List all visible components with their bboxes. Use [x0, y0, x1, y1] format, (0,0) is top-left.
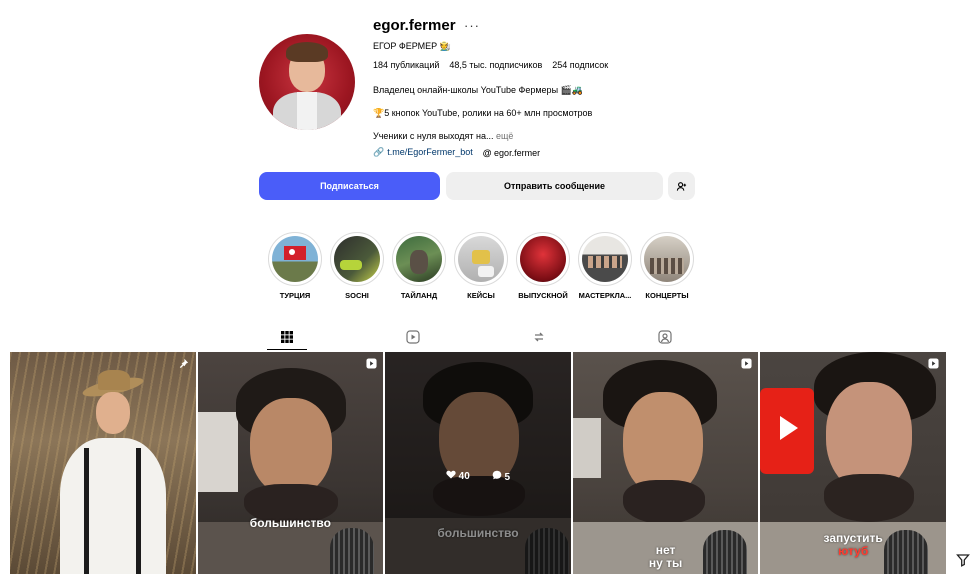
post-thumbnail[interactable] — [10, 352, 196, 574]
bio-line-1: Владелец онлайн-школы YouTube Фермеры 🎬🚜 — [373, 85, 583, 95]
reels-icon — [406, 330, 420, 344]
highlight-label: ВЫПУСКНОЙ — [518, 291, 568, 300]
post-thumbnail[interactable]: большинство — [197, 352, 384, 574]
profile-username: egor.fermer — [373, 17, 456, 34]
link-icon: 🔗 — [373, 147, 385, 157]
highlight-masterclass[interactable]: МАСТЕРКЛА... — [577, 232, 633, 300]
likes-count: 40 — [458, 471, 470, 482]
reel-icon — [740, 358, 752, 370]
reel-icon — [928, 358, 940, 370]
highlight-thailand[interactable]: ТАЙЛАНД — [391, 232, 447, 300]
pin-icon — [178, 358, 190, 370]
following-count[interactable]: 254 подписок — [552, 60, 608, 70]
caption-line-2: ну ты — [648, 556, 683, 570]
highlight-label: КЕЙСЫ — [467, 291, 495, 300]
post-stats-overlay: 40 5 — [385, 470, 571, 483]
reposts-icon — [534, 332, 544, 342]
follow-button[interactable]: Подписаться — [259, 172, 440, 200]
highlight-label: МАСТЕРКЛА... — [578, 291, 632, 300]
highlight-label: SOCHI — [345, 291, 369, 300]
comments-count: 5 — [504, 472, 511, 483]
tagged-icon — [658, 330, 672, 344]
post-caption: большинство — [249, 516, 331, 530]
threads-handle: egor.fermer — [494, 147, 541, 158]
external-link[interactable]: 🔗 t.me/EgorFermer_bot — [373, 147, 473, 158]
comments-stat: 5 — [492, 470, 510, 483]
post-caption: нет ну ты — [573, 544, 759, 570]
profile-stats: 184 публикаций 48,5 тыс. подписчиков 254… — [373, 60, 608, 70]
threads-icon: @ — [482, 147, 492, 158]
highlight-turkey[interactable]: ТУРЦИЯ — [267, 232, 323, 300]
profile-full-name: ЕГОР ФЕРМЕР 🧑‍🌾 — [373, 41, 451, 51]
bio-text: Ученики с нуля выходят на... — [373, 131, 494, 141]
highlight-sochi[interactable]: SOCHI — [329, 232, 385, 300]
highlight-cases[interactable]: КЕЙСЫ — [453, 232, 509, 300]
filter-icon[interactable] — [956, 553, 970, 570]
profile-links: 🔗 t.me/EgorFermer_bot @ egor.fermer — [373, 147, 540, 158]
add-person-icon[interactable] — [668, 172, 695, 200]
highlight-label: ТАЙЛАНД — [400, 291, 438, 300]
threads-link[interactable]: @ egor.fermer — [483, 148, 540, 158]
profile-avatar[interactable] — [259, 34, 355, 130]
highlight-label: КОНЦЕРТЫ — [645, 291, 689, 300]
highlight-graduation[interactable]: ВЫПУСКНОЙ — [515, 232, 571, 300]
hover-overlay — [385, 352, 571, 574]
posts-grid: большинство большинство 40 5 нет ну ты з… — [10, 352, 946, 574]
post-thumbnail[interactable]: запустить ютуб — [760, 352, 946, 574]
bio-line-2: 🏆5 кнопок YouTube, ролики на 60+ млн про… — [373, 108, 593, 118]
posts-count[interactable]: 184 публикаций — [373, 60, 439, 70]
grid-icon — [281, 331, 293, 343]
message-button[interactable]: Отправить сообщение — [446, 172, 663, 200]
followers-count[interactable]: 48,5 тыс. подписчиков — [449, 60, 542, 70]
profile-tabs — [259, 325, 695, 351]
bio-line-3: Ученики с нуля выходят на... ещё — [373, 131, 513, 141]
reel-icon — [365, 358, 377, 370]
highlight-label: ТУРЦИЯ — [279, 291, 311, 300]
likes-stat: 40 — [446, 470, 470, 483]
comment-icon — [492, 470, 502, 480]
tab-tagged[interactable] — [645, 325, 685, 349]
post-thumbnail[interactable]: большинство 40 5 — [385, 352, 571, 574]
tab-reposts[interactable] — [519, 325, 559, 349]
tab-posts[interactable] — [267, 325, 307, 350]
more-options-icon[interactable]: ··· — [464, 18, 480, 33]
link-text: t.me/EgorFermer_bot — [387, 147, 473, 157]
post-thumbnail[interactable]: нет ну ты — [572, 352, 759, 574]
post-caption: запустить ютуб — [760, 532, 946, 558]
tab-reels[interactable] — [393, 325, 433, 349]
bio-more-link[interactable]: ещё — [496, 131, 513, 141]
heart-icon — [446, 470, 456, 479]
caption-line-2: ютуб — [838, 544, 869, 558]
highlight-concerts[interactable]: КОНЦЕРТЫ — [639, 232, 695, 300]
